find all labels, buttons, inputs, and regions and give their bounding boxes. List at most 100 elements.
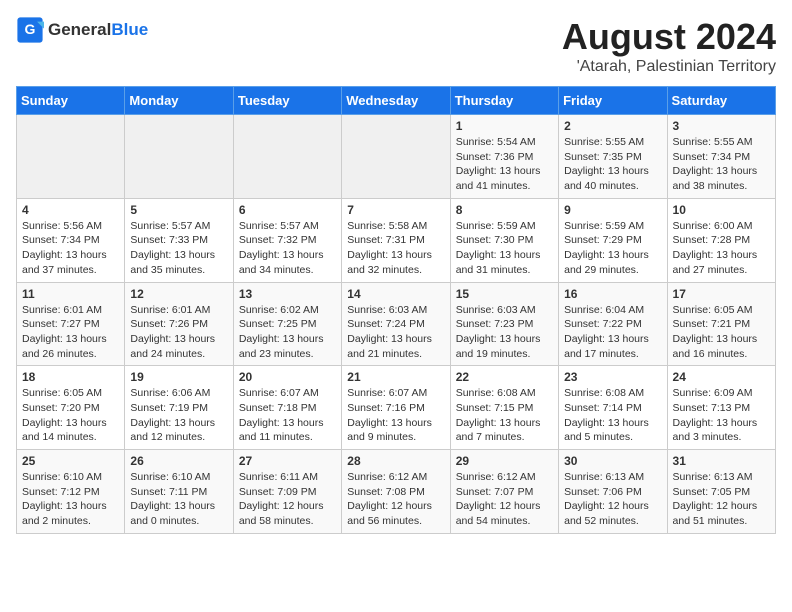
day-info: Sunrise: 5:59 AM [456, 219, 553, 234]
day-info: Sunset: 7:18 PM [239, 401, 336, 416]
day-info: Sunset: 7:32 PM [239, 233, 336, 248]
day-info: Daylight: 12 hours and 51 minutes. [673, 499, 770, 528]
day-number: 22 [456, 370, 553, 384]
day-info: Daylight: 12 hours and 56 minutes. [347, 499, 444, 528]
day-cell: 9Sunrise: 5:59 AMSunset: 7:29 PMDaylight… [559, 198, 667, 282]
day-number: 20 [239, 370, 336, 384]
day-info: Daylight: 13 hours and 14 minutes. [22, 416, 119, 445]
day-number: 6 [239, 203, 336, 217]
day-info: Sunset: 7:24 PM [347, 317, 444, 332]
day-number: 31 [673, 454, 770, 468]
day-info: Sunset: 7:07 PM [456, 485, 553, 500]
weekday-row: SundayMondayTuesdayWednesdayThursdayFrid… [17, 87, 776, 115]
day-cell: 12Sunrise: 6:01 AMSunset: 7:26 PMDayligh… [125, 282, 233, 366]
day-cell: 3Sunrise: 5:55 AMSunset: 7:34 PMDaylight… [667, 115, 775, 199]
day-info: Sunset: 7:11 PM [130, 485, 227, 500]
day-info: Sunset: 7:15 PM [456, 401, 553, 416]
title-block: August 2024 'Atarah, Palestinian Territo… [562, 16, 776, 76]
day-info: Sunrise: 5:54 AM [456, 135, 553, 150]
day-number: 2 [564, 119, 661, 133]
day-info: Sunset: 7:34 PM [22, 233, 119, 248]
day-cell [233, 115, 341, 199]
day-cell [342, 115, 450, 199]
day-info: Daylight: 13 hours and 34 minutes. [239, 248, 336, 277]
day-info: Sunrise: 6:13 AM [673, 470, 770, 485]
day-number: 18 [22, 370, 119, 384]
day-info: Sunrise: 6:01 AM [130, 303, 227, 318]
day-info: Daylight: 12 hours and 58 minutes. [239, 499, 336, 528]
day-cell [17, 115, 125, 199]
day-info: Sunset: 7:19 PM [130, 401, 227, 416]
logo: G GeneralBlue [16, 16, 148, 44]
day-cell [125, 115, 233, 199]
day-info: Daylight: 13 hours and 41 minutes. [456, 164, 553, 193]
day-number: 8 [456, 203, 553, 217]
day-number: 13 [239, 287, 336, 301]
page-subtitle: 'Atarah, Palestinian Territory [562, 58, 776, 76]
day-info: Sunset: 7:35 PM [564, 150, 661, 165]
day-info: Sunset: 7:13 PM [673, 401, 770, 416]
day-info: Sunrise: 6:10 AM [22, 470, 119, 485]
day-info: Daylight: 13 hours and 32 minutes. [347, 248, 444, 277]
day-info: Daylight: 13 hours and 5 minutes. [564, 416, 661, 445]
week-row-4: 18Sunrise: 6:05 AMSunset: 7:20 PMDayligh… [17, 366, 776, 450]
day-cell: 15Sunrise: 6:03 AMSunset: 7:23 PMDayligh… [450, 282, 558, 366]
logo-icon: G [16, 16, 44, 44]
day-cell: 1 Sunrise: 5:54 AMSunset: 7:36 PMDaylight… [450, 115, 558, 199]
day-number: 14 [347, 287, 444, 301]
day-cell: 8 Sunrise: 5:59 AMSunset: 7:30 PMDaylight… [450, 198, 558, 282]
day-info: Daylight: 13 hours and 31 minutes. [456, 248, 553, 277]
day-info: Daylight: 13 hours and 2 minutes. [22, 499, 119, 528]
day-number: 7 [347, 203, 444, 217]
day-info: Daylight: 13 hours and 37 minutes. [22, 248, 119, 277]
day-info: Sunset: 7:30 PM [456, 233, 553, 248]
day-number: 26 [130, 454, 227, 468]
day-cell: 23Sunrise: 6:08 AMSunset: 7:14 PMDayligh… [559, 366, 667, 450]
day-info: Sunrise: 6:00 AM [673, 219, 770, 234]
day-number: 9 [564, 203, 661, 217]
day-info: Sunrise: 5:57 AM [239, 219, 336, 234]
day-cell: 31 Sunrise: 6:13 AMSunset: 7:05 PMDayligh… [667, 450, 775, 534]
day-number: 25 [22, 454, 119, 468]
day-number: 28 [347, 454, 444, 468]
day-info: Sunrise: 6:05 AM [673, 303, 770, 318]
logo-blue: Blue [111, 20, 148, 39]
weekday-header-tuesday: Tuesday [233, 87, 341, 115]
weekday-header-monday: Monday [125, 87, 233, 115]
day-cell: 26Sunrise: 6:10 AMSunset: 7:11 PMDayligh… [125, 450, 233, 534]
logo-general: General [48, 20, 111, 39]
day-info: Sunrise: 6:03 AM [456, 303, 553, 318]
day-info: Sunset: 7:34 PM [673, 150, 770, 165]
day-info: Daylight: 13 hours and 21 minutes. [347, 332, 444, 361]
day-number: 1 [456, 119, 553, 133]
day-cell: 17Sunrise: 6:05 AMSunset: 7:21 PMDayligh… [667, 282, 775, 366]
day-cell: 13Sunrise: 6:02 AMSunset: 7:25 PMDayligh… [233, 282, 341, 366]
day-cell: 21Sunrise: 6:07 AMSunset: 7:16 PMDayligh… [342, 366, 450, 450]
day-info: Sunrise: 6:07 AM [347, 386, 444, 401]
day-cell: 30Sunrise: 6:13 AMSunset: 7:06 PMDayligh… [559, 450, 667, 534]
day-info: Sunset: 7:12 PM [22, 485, 119, 500]
day-info: Sunset: 7:25 PM [239, 317, 336, 332]
day-info: Sunset: 7:22 PM [564, 317, 661, 332]
weekday-header-thursday: Thursday [450, 87, 558, 115]
day-info: Sunset: 7:28 PM [673, 233, 770, 248]
day-info: Sunset: 7:36 PM [456, 150, 553, 165]
day-number: 4 [22, 203, 119, 217]
page-header: G GeneralBlue August 2024 'Atarah, Pales… [16, 16, 776, 76]
day-info: Sunset: 7:05 PM [673, 485, 770, 500]
day-number: 21 [347, 370, 444, 384]
day-number: 30 [564, 454, 661, 468]
day-cell: 18Sunrise: 6:05 AMSunset: 7:20 PMDayligh… [17, 366, 125, 450]
day-number: 19 [130, 370, 227, 384]
day-cell: 2Sunrise: 5:55 AMSunset: 7:35 PMDaylight… [559, 115, 667, 199]
day-number: 16 [564, 287, 661, 301]
day-info: Sunrise: 6:13 AM [564, 470, 661, 485]
day-cell: 14Sunrise: 6:03 AMSunset: 7:24 PMDayligh… [342, 282, 450, 366]
day-cell: 6 Sunrise: 5:57 AMSunset: 7:32 PMDaylight… [233, 198, 341, 282]
day-number: 17 [673, 287, 770, 301]
page-title: August 2024 [562, 16, 776, 58]
weekday-header-wednesday: Wednesday [342, 87, 450, 115]
day-cell: 11Sunrise: 6:01 AMSunset: 7:27 PMDayligh… [17, 282, 125, 366]
day-info: Sunset: 7:14 PM [564, 401, 661, 416]
day-number: 12 [130, 287, 227, 301]
